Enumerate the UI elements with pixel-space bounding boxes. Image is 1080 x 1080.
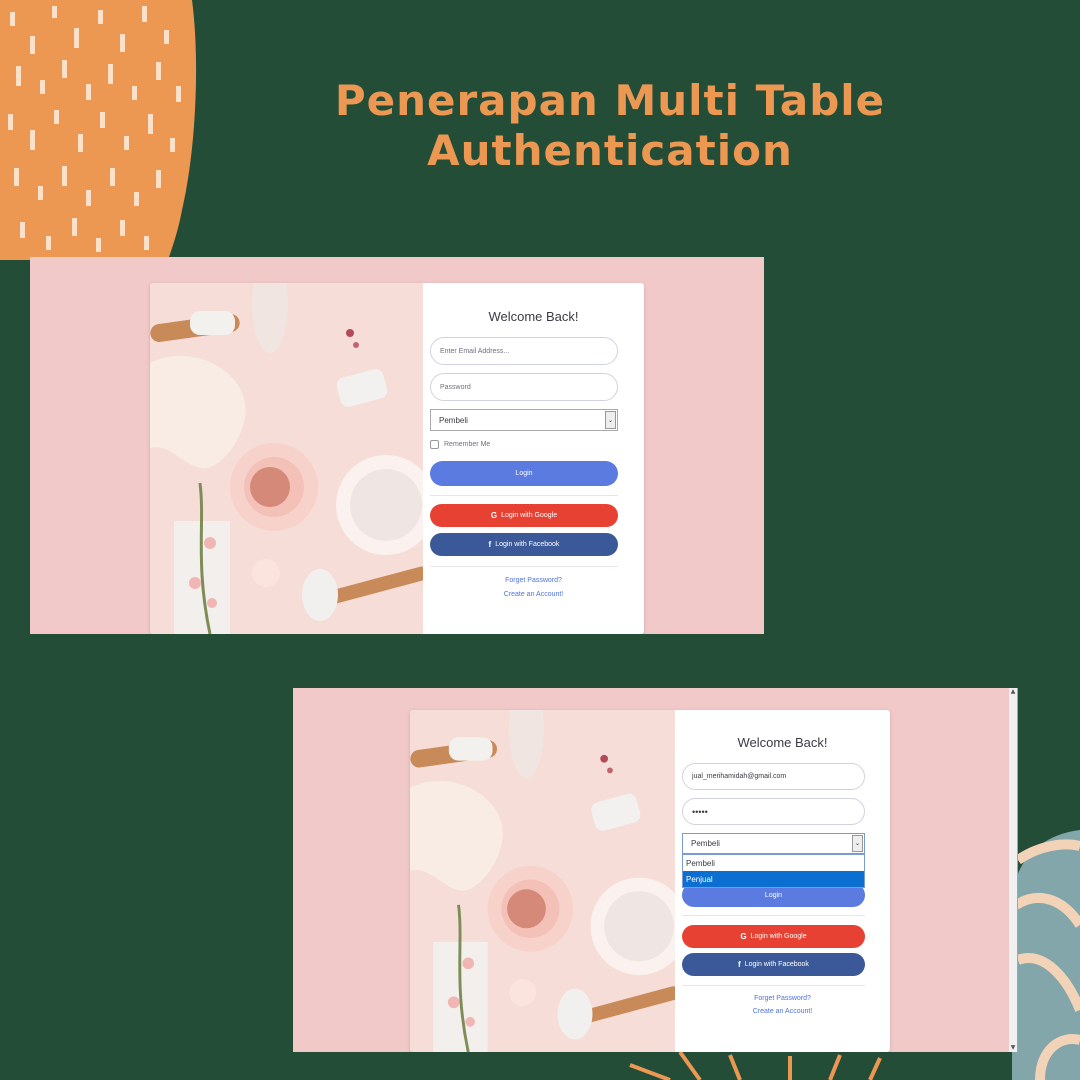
login-screenshot-1: Welcome Back! Enter Email Address... Pas… xyxy=(30,257,764,634)
create-account-link[interactable]: Create an Account! xyxy=(675,1008,890,1015)
scroll-down-icon[interactable]: ▼ xyxy=(1009,1044,1017,1052)
remember-me-label: Remember Me xyxy=(444,441,491,448)
role-select-value: Pembeli xyxy=(691,839,720,848)
login-form: Welcome Back! Enter Email Address... Pas… xyxy=(423,283,644,634)
role-select[interactable]: Pembeli ⌄ xyxy=(430,409,618,431)
email-input[interactable]: jual_merihamidah@gmail.com xyxy=(682,763,865,790)
login-button-label: Login xyxy=(764,891,783,899)
login-button-label: Login xyxy=(515,470,533,477)
vertical-scrollbar[interactable]: ▲ ▼ xyxy=(1009,688,1017,1052)
page-title-line-2: Authentication xyxy=(427,126,793,175)
forgot-password-link[interactable]: Forget Password? xyxy=(675,995,890,1002)
google-login-button[interactable]: G Login with Google xyxy=(430,504,618,527)
decorative-pattern-top-left xyxy=(0,0,197,260)
chevron-down-icon: ⌄ xyxy=(605,411,616,429)
welcome-heading: Welcome Back! xyxy=(737,735,828,750)
spa-products-photo xyxy=(410,710,675,1052)
divider xyxy=(682,985,865,986)
scroll-up-icon[interactable]: ▲ xyxy=(1009,688,1017,696)
google-icon: G xyxy=(740,932,747,941)
checkbox-box xyxy=(430,440,439,449)
page-title: Penerapan Multi Table Authentication xyxy=(220,76,1000,176)
google-login-button[interactable]: G Login with Google xyxy=(682,925,865,948)
role-option-penjual[interactable]: Penjual xyxy=(683,871,864,887)
login-screenshot-2: Welcome Back! jual_merihamidah@gmail.com… xyxy=(293,688,1018,1052)
remember-me-checkbox[interactable]: Remember Me xyxy=(430,440,490,449)
password-input[interactable]: ••••• xyxy=(682,798,865,825)
forgot-password-link[interactable]: Forget Password? xyxy=(423,577,644,584)
login-form: Welcome Back! jual_merihamidah@gmail.com… xyxy=(675,710,890,1052)
facebook-icon: f xyxy=(488,540,492,549)
login-card: Welcome Back! Enter Email Address... Pas… xyxy=(150,283,644,634)
facebook-login-button[interactable]: f Login with Facebook xyxy=(682,953,865,976)
role-select[interactable]: Pembeli ⌄ xyxy=(682,833,865,854)
google-login-label: Login with Google xyxy=(501,512,558,519)
divider xyxy=(430,495,618,496)
role-option-pembeli[interactable]: Pembeli xyxy=(683,855,864,871)
divider xyxy=(682,915,865,916)
login-button[interactable]: Login xyxy=(430,461,618,486)
facebook-login-label: Login with Facebook xyxy=(744,961,809,968)
facebook-login-label: Login with Facebook xyxy=(495,541,560,548)
chevron-down-icon: ⌄ xyxy=(852,835,863,852)
google-icon: G xyxy=(490,511,498,520)
role-dropdown-list[interactable]: Pembeli Penjual xyxy=(682,854,865,888)
google-login-label: Login with Google xyxy=(750,933,807,940)
divider xyxy=(430,566,618,567)
login-card: Welcome Back! jual_merihamidah@gmail.com… xyxy=(410,710,890,1052)
page-title-line-1: Penerapan Multi Table xyxy=(334,76,886,125)
password-input[interactable]: Password xyxy=(430,373,618,401)
spa-products-photo xyxy=(150,283,423,634)
welcome-heading: Welcome Back! xyxy=(488,309,579,324)
email-input[interactable]: Enter Email Address... xyxy=(430,337,618,365)
facebook-icon: f xyxy=(738,960,741,969)
create-account-link[interactable]: Create an Account! xyxy=(423,591,644,598)
facebook-login-button[interactable]: f Login with Facebook xyxy=(430,533,618,556)
role-select-value: Pembeli xyxy=(439,415,468,425)
